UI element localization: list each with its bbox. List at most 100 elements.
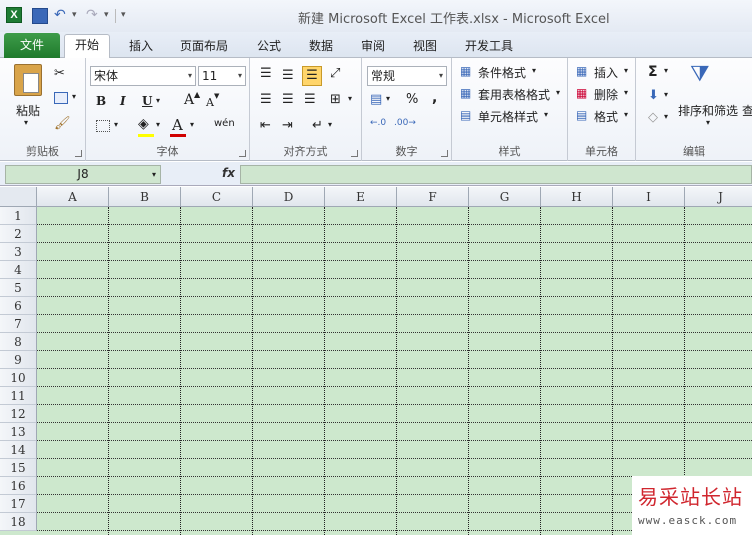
sort-filter-icon[interactable]: ⧩ xyxy=(690,62,710,87)
column-header[interactable]: J xyxy=(685,187,752,207)
chevron-down-icon[interactable]: ▾ xyxy=(152,166,156,183)
align-top-icon[interactable]: ☰ xyxy=(260,66,272,81)
customize-qat-icon[interactable]: ▾ xyxy=(121,6,126,24)
font-color-button[interactable]: A xyxy=(172,116,183,134)
insert-function-button[interactable]: fx xyxy=(222,166,235,180)
row-header[interactable]: 9 xyxy=(0,351,37,369)
tab-insert[interactable]: 插入 xyxy=(129,36,153,58)
row-header[interactable]: 5 xyxy=(0,279,37,297)
merge-center-icon[interactable]: ⊞ xyxy=(330,92,341,107)
font-color-dropdown-icon[interactable]: ▾ xyxy=(190,120,194,129)
sort-dropdown-icon[interactable]: ▾ xyxy=(706,118,710,127)
format-painter-icon[interactable]: 🖌 xyxy=(54,116,71,131)
increase-indent-icon[interactable]: ⇥ xyxy=(282,118,293,133)
row-header[interactable]: 8 xyxy=(0,333,37,351)
font-size-combo[interactable]: 11 ▾ xyxy=(198,66,246,86)
wrap-dropdown-icon[interactable]: ▾ xyxy=(328,120,332,129)
fill-down-icon[interactable]: ⬇ xyxy=(648,88,659,103)
align-left-icon[interactable]: ☰ xyxy=(260,92,272,107)
clear-dropdown-icon[interactable]: ▾ xyxy=(664,112,668,121)
format-dropdown-icon[interactable]: ▾ xyxy=(624,110,628,119)
font-name-combo[interactable]: 宋体 ▾ xyxy=(90,66,196,86)
paste-icon[interactable] xyxy=(14,64,42,96)
format-cells-button[interactable]: 格式 xyxy=(594,108,618,125)
column-header[interactable]: I xyxy=(613,187,685,207)
font-launcher-icon[interactable] xyxy=(239,150,246,157)
excel-app-icon[interactable]: X xyxy=(6,7,22,23)
autosum-icon[interactable]: Σ xyxy=(648,64,658,80)
format-as-table-button[interactable]: 套用表格格式 xyxy=(478,86,550,103)
column-header[interactable]: D xyxy=(253,187,325,207)
row-header[interactable]: 10 xyxy=(0,369,37,387)
find-select-button[interactable]: 查 xyxy=(742,102,752,119)
row-header[interactable]: 1 xyxy=(0,207,37,225)
tab-review[interactable]: 审阅 xyxy=(361,36,385,58)
delete-cells-button[interactable]: 删除 xyxy=(594,86,618,103)
column-header[interactable]: F xyxy=(397,187,469,207)
cell-styles-dropdown-icon[interactable]: ▾ xyxy=(544,110,548,119)
align-bottom-icon[interactable]: ☰ xyxy=(302,66,322,86)
tab-home[interactable]: 开始 xyxy=(64,34,111,58)
row-header[interactable]: 7 xyxy=(0,315,37,333)
redo-icon[interactable]: ↷ xyxy=(86,6,98,24)
row-header[interactable]: 15 xyxy=(0,459,37,477)
select-all-button[interactable] xyxy=(0,187,37,207)
decrease-decimal-icon[interactable]: .00→ xyxy=(394,118,416,128)
shrink-font-button[interactable]: A xyxy=(206,96,214,109)
underline-dropdown-icon[interactable]: ▾ xyxy=(156,96,160,105)
tab-data[interactable]: 数据 xyxy=(309,36,333,58)
row-header[interactable]: 16 xyxy=(0,477,37,495)
row-header[interactable]: 3 xyxy=(0,243,37,261)
fill-dropdown-icon[interactable]: ▾ xyxy=(664,90,668,99)
column-header[interactable]: H xyxy=(541,187,613,207)
paste-dropdown-icon[interactable]: ▾ xyxy=(24,118,28,127)
number-format-combo[interactable]: 常规 ▾ xyxy=(367,66,447,86)
tab-file[interactable]: 文件 xyxy=(4,33,60,58)
underline-button[interactable]: U xyxy=(142,94,152,108)
row-header[interactable]: 6 xyxy=(0,297,37,315)
clear-icon[interactable]: ◇ xyxy=(648,110,658,125)
decrease-indent-icon[interactable]: ⇤ xyxy=(260,118,271,133)
conditional-dropdown-icon[interactable]: ▾ xyxy=(532,66,536,75)
phonetic-button[interactable]: wén xyxy=(214,118,235,129)
row-header[interactable]: 13 xyxy=(0,423,37,441)
row-header[interactable]: 4 xyxy=(0,261,37,279)
tab-page-layout[interactable]: 页面布局 xyxy=(180,36,228,58)
row-header[interactable]: 18 xyxy=(0,513,37,531)
conditional-format-button[interactable]: 条件格式 xyxy=(478,64,526,81)
border-dropdown-icon[interactable]: ▾ xyxy=(114,120,118,129)
tab-formulas[interactable]: 公式 xyxy=(257,36,281,58)
italic-button[interactable]: I xyxy=(120,94,126,108)
save-icon[interactable] xyxy=(32,8,48,24)
fill-color-icon[interactable]: ◈ xyxy=(138,116,149,132)
sort-filter-button[interactable]: 排序和筛选 xyxy=(678,102,738,119)
insert-cells-button[interactable]: 插入 xyxy=(594,64,618,81)
orientation-icon[interactable]: ⤢ xyxy=(330,66,340,81)
column-header[interactable]: B xyxy=(109,187,181,207)
number-launcher-icon[interactable] xyxy=(441,150,448,157)
column-header[interactable]: E xyxy=(325,187,397,207)
comma-button[interactable]: , xyxy=(432,90,437,106)
tab-view[interactable]: 视图 xyxy=(413,36,437,58)
alignment-launcher-icon[interactable] xyxy=(351,150,358,157)
delete-dropdown-icon[interactable]: ▾ xyxy=(624,88,628,97)
tab-developer[interactable]: 开发工具 xyxy=(465,36,513,58)
row-header[interactable]: 17 xyxy=(0,495,37,513)
merge-dropdown-icon[interactable]: ▾ xyxy=(348,94,352,103)
increase-decimal-icon[interactable]: ←.0 xyxy=(370,118,386,128)
name-box[interactable]: J8 ▾ xyxy=(5,165,161,184)
align-right-icon[interactable]: ☰ xyxy=(304,92,316,107)
column-header[interactable]: A xyxy=(37,187,109,207)
clipboard-launcher-icon[interactable] xyxy=(75,150,82,157)
column-header[interactable]: C xyxy=(181,187,253,207)
row-header[interactable]: 2 xyxy=(0,225,37,243)
table-dropdown-icon[interactable]: ▾ xyxy=(556,88,560,97)
align-center-icon[interactable]: ☰ xyxy=(282,92,294,107)
row-header[interactable]: 11 xyxy=(0,387,37,405)
copy-icon[interactable] xyxy=(54,92,68,104)
grow-font-button[interactable]: A xyxy=(184,92,194,108)
row-header[interactable]: 12 xyxy=(0,405,37,423)
align-middle-icon[interactable]: ☰ xyxy=(282,68,294,83)
autosum-dropdown-icon[interactable]: ▾ xyxy=(664,66,668,75)
row-header[interactable]: 14 xyxy=(0,441,37,459)
